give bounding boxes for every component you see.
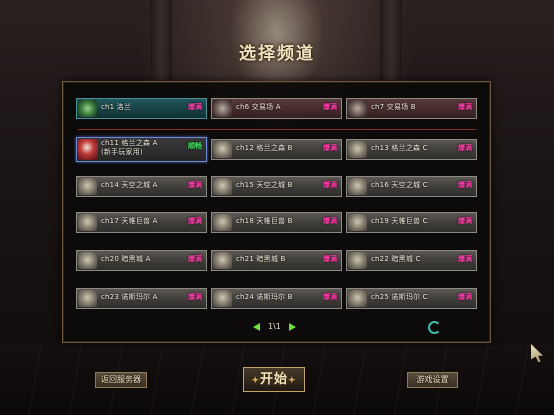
channel-icon — [78, 214, 97, 231]
channel-name: ch16 天空之城 C — [371, 181, 428, 189]
channel-name: ch19 天帷巨兽 C — [371, 217, 428, 225]
channel-icon — [213, 252, 232, 269]
panel-divider — [78, 129, 476, 130]
channel-status: 爆满 — [323, 255, 337, 263]
channel-name: ch13 格兰之森 C — [371, 144, 428, 152]
channel-slot[interactable]: ch20 暗黑城 A 爆满 — [76, 250, 207, 271]
channel-status: 爆满 — [188, 181, 202, 189]
channel-icon — [348, 141, 367, 158]
channel-slot[interactable]: ch21 暗黑城 B 爆满 — [211, 250, 342, 271]
refresh-icon[interactable] — [428, 321, 441, 334]
channel-slot[interactable]: ch1 洛兰 爆满 — [76, 98, 207, 119]
channel-name: ch15 天空之城 B — [236, 181, 293, 189]
channel-icon — [213, 290, 232, 307]
channel-icon — [78, 178, 97, 195]
channel-icon — [348, 290, 367, 307]
channel-status: 爆满 — [323, 181, 337, 189]
channel-status: 爆满 — [188, 293, 202, 301]
channel-slot[interactable]: ch23 诺斯玛尔 A 爆满 — [76, 288, 207, 309]
channel-name: ch21 暗黑城 B — [236, 255, 286, 263]
channel-slot[interactable]: ch14 天空之城 A 爆满 — [76, 176, 207, 197]
channel-name: ch6 交易场 A — [236, 103, 281, 111]
channel-status: 爆满 — [458, 293, 472, 301]
channel-status: 爆满 — [458, 103, 472, 111]
channel-name: ch24 诺斯玛尔 B — [236, 293, 293, 301]
channel-icon — [213, 214, 232, 231]
channel-icon — [78, 252, 97, 269]
game-settings-button[interactable]: 游戏设置 — [407, 372, 458, 388]
channel-icon — [348, 214, 367, 231]
channel-name: ch11 格兰之森 A (新手玩家用) — [101, 139, 168, 157]
channel-slot[interactable]: ch17 天帷巨兽 A 爆满 — [76, 212, 207, 233]
channel-status: 爆满 — [458, 181, 472, 189]
channel-icon — [213, 100, 232, 117]
channel-slot[interactable]: ch6 交易场 A 爆满 — [211, 98, 342, 119]
channel-slot[interactable]: ch11 格兰之森 A (新手玩家用) 顺畅 — [76, 137, 207, 162]
channel-status: 爆满 — [188, 255, 202, 263]
channel-slot[interactable]: ch15 天空之城 B 爆满 — [211, 176, 342, 197]
channel-icon — [348, 178, 367, 195]
page-title: 选择频道 — [239, 44, 315, 64]
channel-name: ch12 格兰之森 B — [236, 144, 293, 152]
channel-slot[interactable]: ch12 格兰之森 B 爆满 — [211, 139, 342, 160]
start-label: 开始 — [259, 372, 288, 387]
channel-name: ch18 天帷巨兽 B — [236, 217, 293, 225]
channel-status: 爆满 — [323, 103, 337, 111]
channel-name: ch23 诺斯玛尔 A — [101, 293, 158, 301]
ornament-icon: ✦ — [251, 376, 260, 386]
channel-slot[interactable]: ch18 天帷巨兽 B 爆满 — [211, 212, 342, 233]
start-button[interactable]: ✦开始✦ — [243, 367, 305, 392]
channel-status: 爆满 — [458, 217, 472, 225]
channel-status: 爆满 — [188, 103, 202, 111]
channel-name: ch25 诺斯玛尔 C — [371, 293, 428, 301]
channel-icon — [78, 100, 97, 117]
channel-slot[interactable]: ch24 诺斯玛尔 B 爆满 — [211, 288, 342, 309]
pager: 1\1 — [253, 322, 296, 331]
prev-page-arrow-icon[interactable] — [253, 322, 260, 331]
channel-slot[interactable]: ch22 暗黑城 C 爆满 — [346, 250, 477, 271]
channel-slot[interactable]: ch7 交易场 B 爆满 — [346, 98, 477, 119]
channel-status: 爆满 — [323, 293, 337, 301]
channel-icon — [78, 139, 98, 160]
channel-slot[interactable]: ch19 天帷巨兽 C 爆满 — [346, 212, 477, 233]
channel-icon — [213, 141, 232, 158]
page-indicator: 1\1 — [268, 322, 281, 331]
channel-subtitle: (新手玩家用) — [101, 148, 143, 156]
channel-icon — [348, 100, 367, 117]
channel-name: ch1 洛兰 — [101, 103, 132, 111]
channel-status: 爆满 — [323, 144, 337, 152]
next-page-arrow-icon[interactable] — [288, 322, 296, 331]
channel-name: ch14 天空之城 A — [101, 181, 158, 189]
channel-icon — [78, 290, 97, 307]
channel-name: ch20 暗黑城 A — [101, 255, 151, 263]
channel-name: ch7 交易场 B — [371, 103, 416, 111]
channel-name: ch17 天帷巨兽 A — [101, 217, 158, 225]
channel-status: 爆满 — [323, 217, 337, 225]
channel-slot[interactable]: ch16 天空之城 C 爆满 — [346, 176, 477, 197]
channel-slot[interactable]: ch25 诺斯玛尔 C 爆满 — [346, 288, 477, 309]
channel-status: 顺畅 — [188, 142, 202, 150]
back-to-server-button[interactable]: 返回服务器 — [95, 372, 147, 388]
channel-status: 爆满 — [458, 255, 472, 263]
channel-name: ch22 暗黑城 C — [371, 255, 421, 263]
channel-icon — [348, 252, 367, 269]
channel-slot[interactable]: ch13 格兰之森 C 爆满 — [346, 139, 477, 160]
channel-icon — [213, 178, 232, 195]
channel-status: 爆满 — [188, 217, 202, 225]
channel-status: 爆满 — [458, 144, 472, 152]
ornament-icon: ✦ — [288, 376, 297, 386]
